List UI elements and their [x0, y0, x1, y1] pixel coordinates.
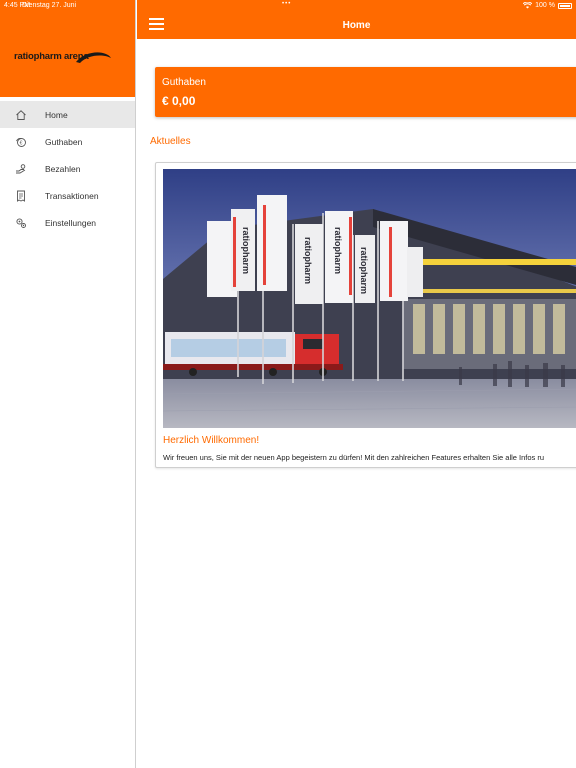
- sidebar-item-label: Einstellungen: [45, 217, 97, 228]
- svg-text:€: €: [19, 140, 22, 146]
- news-text: Wir freuen uns, Sie mit der neuen App be…: [163, 453, 545, 462]
- sidebar-header: ratiopharm arena: [0, 0, 135, 97]
- arena-photo: ratiopharm ratiopharm ratiopharm ratioph…: [163, 169, 576, 428]
- main-content: Guthaben € 0,00 Aktuelles ratiopharm rat…: [137, 39, 576, 768]
- balance-label: Guthaben: [162, 77, 206, 88]
- news-image: ratiopharm ratiopharm ratiopharm ratioph…: [163, 169, 576, 428]
- sidebar-nav: Home € Guthaben Bezahlen Transaktionen E…: [0, 97, 135, 236]
- logo-text: ratiopharm arena: [14, 51, 89, 62]
- sidebar-item-label: Bezahlen: [45, 163, 81, 174]
- wifi-icon: [523, 2, 533, 9]
- flag-text: ratiopharm: [241, 227, 251, 274]
- wallet-icon: €: [14, 135, 27, 148]
- news-title: Herzlich Willkommen!: [163, 435, 260, 446]
- battery-icon: [558, 2, 572, 9]
- pay-icon: [14, 162, 27, 175]
- balance-card[interactable]: Guthaben € 0,00: [155, 67, 576, 117]
- sidebar-item-label: Home: [45, 109, 68, 120]
- sidebar-item-einstellungen[interactable]: Einstellungen: [0, 209, 135, 236]
- flag-text: ratiopharm: [359, 247, 369, 294]
- status-bar: 4:45 PM Dienstag 27. Juni ••• 100 %: [0, 0, 576, 12]
- section-title: Aktuelles: [150, 136, 191, 147]
- flag-text: ratiopharm: [303, 237, 313, 284]
- status-date: Dienstag 27. Juni: [22, 2, 77, 9]
- sidebar-item-label: Transaktionen: [45, 190, 99, 201]
- status-right: 100 %: [523, 2, 572, 9]
- battery-percent: 100 %: [535, 2, 555, 9]
- multitask-dots: •••: [282, 1, 292, 7]
- sidebar-item-transaktionen[interactable]: Transaktionen: [0, 182, 135, 209]
- home-icon: [14, 108, 27, 121]
- sidebar-item-guthaben[interactable]: € Guthaben: [0, 128, 135, 155]
- sidebar-item-label: Guthaben: [45, 136, 83, 147]
- receipt-icon: [14, 189, 27, 202]
- sidebar-item-bezahlen[interactable]: Bezahlen: [0, 155, 135, 182]
- page-title: Home: [342, 20, 371, 31]
- balance-value: € 0,00: [162, 94, 196, 108]
- news-card[interactable]: ratiopharm ratiopharm ratiopharm ratioph…: [155, 162, 576, 468]
- flag-text: ratiopharm: [333, 227, 343, 274]
- app-logo: ratiopharm arena: [14, 48, 114, 68]
- sidebar: ratiopharm arena Home € Guthaben Bezahle…: [0, 0, 136, 768]
- sidebar-item-home[interactable]: Home: [0, 101, 135, 128]
- gear-icon: [14, 216, 27, 229]
